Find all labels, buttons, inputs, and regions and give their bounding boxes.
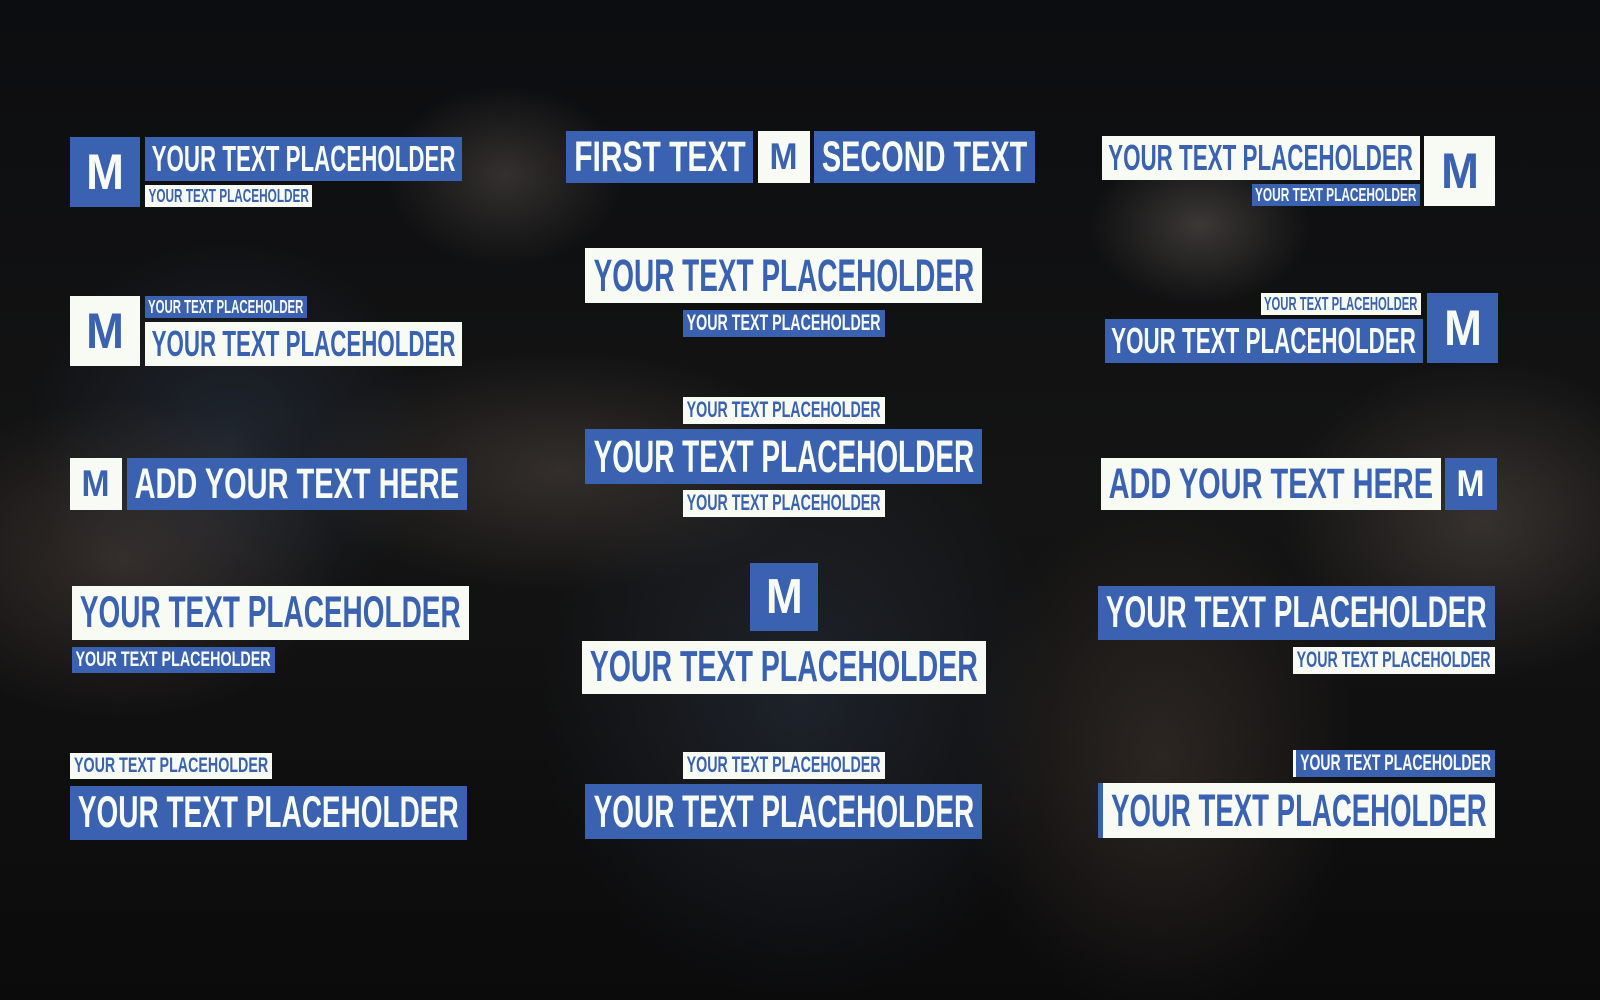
lower-third-main: ADD YOUR TEXT HERE	[1101, 458, 1441, 510]
lower-third-sub: YOUR TEXT PLACEHOLDER	[72, 647, 275, 673]
lower-third-main: YOUR TEXT PLACEHOLDER	[145, 322, 462, 366]
lower-third-main: YOUR TEXT PLACEHOLDER	[1098, 783, 1495, 838]
lower-third-main: YOUR TEXT PLACEHOLDER	[1105, 319, 1423, 363]
second-text-bar: SECOND TEXT	[814, 131, 1035, 183]
lower-third-sub: YOUR TEXT PLACEHOLDER	[145, 185, 312, 207]
lower-third-sub: YOUR TEXT PLACEHOLDER	[683, 752, 885, 779]
lower-third-sub: YOUR TEXT PLACEHOLDER	[1293, 647, 1495, 674]
lower-third-sub: YOUR TEXT PLACEHOLDER	[1293, 750, 1495, 777]
lower-third-main: YOUR TEXT PLACEHOLDER	[1098, 586, 1495, 640]
logo-badge: M	[758, 131, 810, 183]
lower-third-main: YOUR TEXT PLACEHOLDER	[72, 586, 469, 640]
lower-third-sub: YOUR TEXT PLACEHOLDER	[683, 310, 885, 337]
lower-third-sub: YOUR TEXT PLACEHOLDER	[70, 753, 272, 779]
lower-third-sub: YOUR TEXT PLACEHOLDER	[1252, 184, 1420, 206]
lower-third-main: YOUR TEXT PLACEHOLDER	[145, 137, 462, 181]
lower-third-sub: YOUR TEXT PLACEHOLDER	[683, 490, 885, 517]
logo-badge: M	[1427, 293, 1498, 363]
logo-badge: M	[1424, 136, 1495, 206]
lower-third-main: ADD YOUR TEXT HERE	[127, 458, 467, 510]
lower-third-main: YOUR TEXT PLACEHOLDER	[585, 429, 982, 484]
lower-third-main: YOUR TEXT PLACEHOLDER	[585, 248, 982, 303]
lower-third-main: YOUR TEXT PLACEHOLDER	[585, 784, 982, 839]
first-text-bar: FIRST TEXT	[566, 131, 753, 183]
lower-third-sub: YOUR TEXT PLACEHOLDER	[683, 397, 885, 424]
logo-badge: M	[70, 137, 140, 207]
logo-badge: M	[1445, 458, 1497, 510]
lower-third-sub: YOUR TEXT PLACEHOLDER	[1261, 293, 1421, 315]
lower-third-sub: YOUR TEXT PLACEHOLDER	[145, 296, 307, 318]
lower-third-main: YOUR TEXT PLACEHOLDER	[1102, 136, 1420, 180]
logo-badge: M	[70, 296, 140, 366]
lower-third-main: YOUR TEXT PLACEHOLDER	[582, 641, 986, 694]
logo-badge: M	[750, 563, 818, 631]
logo-badge: M	[70, 458, 122, 510]
lower-third-main: YOUR TEXT PLACEHOLDER	[70, 786, 467, 840]
